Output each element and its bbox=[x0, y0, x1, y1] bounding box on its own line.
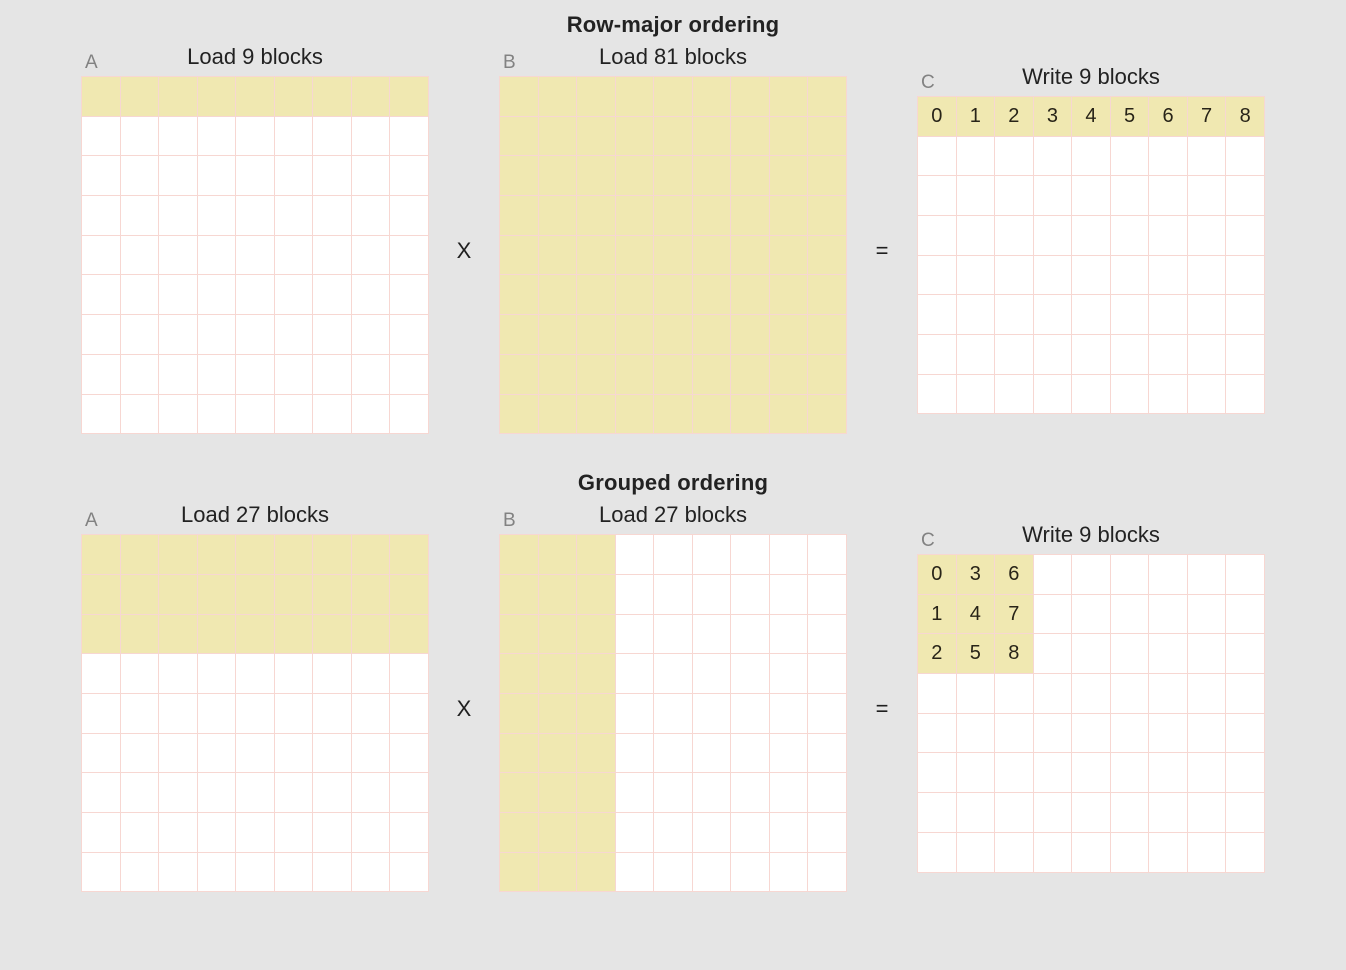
c-cell: 7 bbox=[1187, 96, 1226, 136]
matrix-a-caption-grouped: Load 27 blocks bbox=[181, 502, 329, 528]
c-cell: 6 bbox=[995, 555, 1034, 595]
c-cell: 4 bbox=[956, 594, 995, 634]
matrix-b-grid-grouped bbox=[499, 534, 847, 892]
equals-symbol-grouped: = bbox=[847, 670, 917, 722]
c-cell: 8 bbox=[995, 634, 1034, 674]
c-cell: 0 bbox=[918, 555, 957, 595]
c-cell: 3 bbox=[1033, 96, 1072, 136]
matrix-c-caption: Write 9 blocks bbox=[1022, 64, 1160, 90]
c-cell: 8 bbox=[1226, 96, 1265, 136]
matrix-c-grid-grouped: 0 3 6 1 4 7 2 5 8 bbox=[917, 554, 1265, 873]
grouped-row: A Load 27 blocks X B Load 27 blocks bbox=[0, 500, 1346, 892]
matrix-a-grid-grouped bbox=[81, 534, 429, 892]
matrix-b-label: B bbox=[503, 52, 516, 74]
c-cell: 1 bbox=[956, 96, 995, 136]
c-cell: 7 bbox=[995, 594, 1034, 634]
matrix-a-label-grouped: A bbox=[85, 510, 98, 532]
matrix-b-grid bbox=[499, 76, 847, 434]
equals-symbol: = bbox=[847, 212, 917, 264]
matrix-b-caption-grouped: Load 27 blocks bbox=[599, 502, 747, 528]
matrix-c-grid: 0 1 2 3 4 5 6 7 8 bbox=[917, 96, 1265, 415]
matrix-a-panel: A Load 9 blocks bbox=[81, 42, 429, 434]
matrix-a-caption: Load 9 blocks bbox=[187, 44, 323, 70]
c-cell: 1 bbox=[918, 594, 957, 634]
matrix-c-label-grouped: C bbox=[921, 530, 935, 552]
section-title-grouped: Grouped ordering bbox=[0, 470, 1346, 496]
matrix-b-panel-grouped: B Load 27 blocks bbox=[499, 500, 847, 892]
c-cell: 5 bbox=[1110, 96, 1149, 136]
matrix-b-panel: B Load 81 blocks bbox=[499, 42, 847, 434]
c-cell: 0 bbox=[918, 96, 957, 136]
times-symbol-grouped: X bbox=[429, 670, 499, 722]
c-cell: 2 bbox=[995, 96, 1034, 136]
c-cell: 5 bbox=[956, 634, 995, 674]
matrix-c-panel: C Write 9 blocks 0 1 2 3 4 5 6 7 8 bbox=[917, 62, 1265, 415]
matrix-c-panel-grouped: C Write 9 blocks 0 3 6 1 4 7 2 5 8 bbox=[917, 520, 1265, 873]
matrix-b-label-grouped: B bbox=[503, 510, 516, 532]
c-cell: 6 bbox=[1149, 96, 1188, 136]
c-cell: 3 bbox=[956, 555, 995, 595]
matrix-c-label: C bbox=[921, 72, 935, 94]
matrix-a-label: A bbox=[85, 52, 98, 74]
times-symbol: X bbox=[429, 212, 499, 264]
c-cell: 4 bbox=[1072, 96, 1111, 136]
section-title-rowmajor: Row-major ordering bbox=[0, 12, 1346, 38]
matrix-a-grid bbox=[81, 76, 429, 434]
row-major-row: A Load 9 blocks X B Load 81 blocks bbox=[0, 42, 1346, 434]
matrix-a-panel-grouped: A Load 27 blocks bbox=[81, 500, 429, 892]
matrix-c-caption-grouped: Write 9 blocks bbox=[1022, 522, 1160, 548]
c-cell: 2 bbox=[918, 634, 957, 674]
matrix-b-caption: Load 81 blocks bbox=[599, 44, 747, 70]
